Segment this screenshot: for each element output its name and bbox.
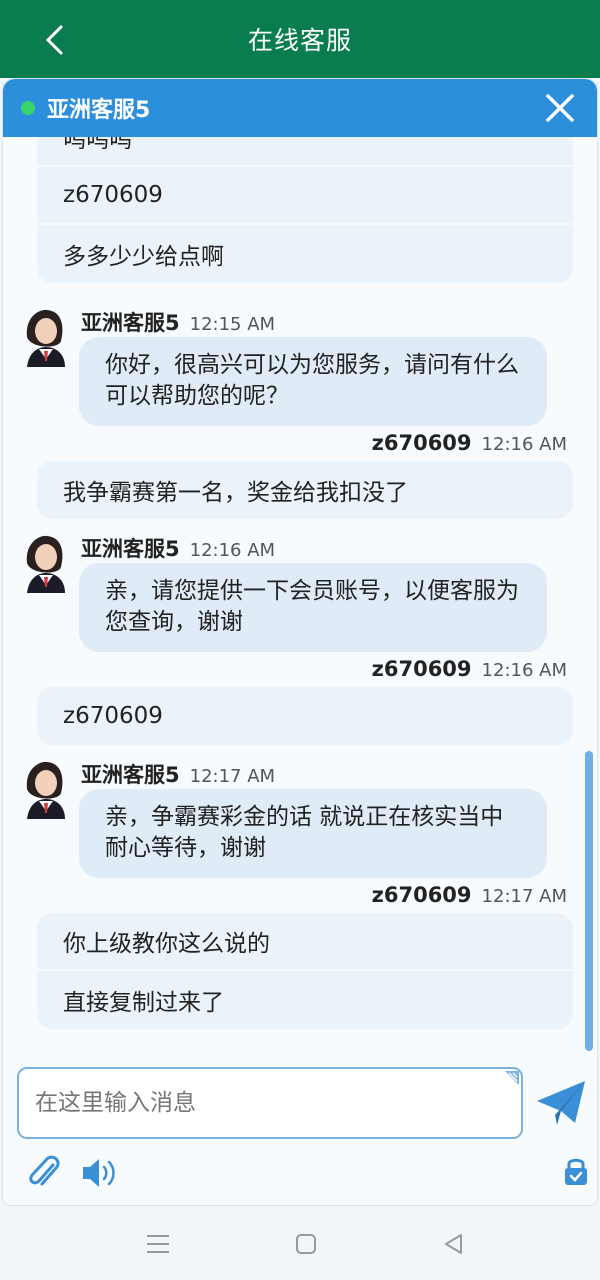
agent-sender-name: 亚洲客服5: [81, 537, 180, 561]
lock-icon: [565, 1158, 587, 1185]
home-nav-button[interactable]: [292, 1230, 320, 1258]
message-timestamp: 12:17 AM: [189, 766, 276, 787]
user-message-line: 你上级教你这么说的: [37, 913, 573, 971]
app-bar: 在线客服: [0, 0, 600, 78]
sound-toggle-button[interactable]: [81, 1155, 119, 1191]
message-timestamp: 12:16 AM: [189, 540, 276, 561]
user-sender-name: z670609: [371, 883, 472, 907]
user-message-bubble: z670609: [37, 687, 573, 745]
composer: [3, 1055, 597, 1205]
message-input[interactable]: [35, 1090, 521, 1116]
user-message-line: z670609: [37, 167, 573, 225]
agent-sender-name: 亚洲客服5: [81, 763, 180, 787]
message-timestamp: 12:15 AM: [189, 314, 276, 335]
paperclip-icon: [29, 1155, 60, 1186]
home-icon: [296, 1234, 316, 1254]
agent-name: 亚洲客服5: [47, 98, 151, 123]
user-message-bubble: 你上级教你这么说的 直接复制过来了: [37, 913, 573, 1029]
back-triangle-icon: [445, 1234, 462, 1254]
page-title: 在线客服: [247, 26, 352, 55]
message-scrollbar[interactable]: [585, 751, 593, 1051]
user-message-line: z670609: [63, 703, 163, 729]
paper-plane-icon: [537, 1081, 585, 1125]
speaker-icon: [83, 1159, 115, 1187]
user-message-meta: z670609 12:16 AM: [372, 657, 567, 681]
message-timestamp: 12:16 AM: [481, 660, 567, 681]
online-status-indicator: [21, 101, 35, 115]
chat-header: 亚洲客服5: [3, 79, 597, 137]
user-message-bubble: 我争霸赛第一名，奖金给我扣没了: [37, 461, 573, 519]
agent-message-bubble: 你好，很高兴可以为您服务，请问有什么可以帮助您的呢？: [79, 337, 547, 426]
agent-message-bubble: 亲，请您提供一下会员账号，以便客服为您查询，谢谢: [79, 563, 547, 652]
chat-panel: 亚洲客服5 呜呜呜 z670609 多多少少给点啊 亚洲客服5 12:15 AM…: [2, 78, 598, 1206]
menu-nav-button[interactable]: [144, 1230, 172, 1258]
user-sender-name: z670609: [371, 431, 472, 455]
lock-button[interactable]: [563, 1155, 589, 1187]
attach-button[interactable]: [27, 1155, 61, 1191]
user-message-line: 我争霸赛第一名，奖金给我扣没了: [63, 480, 408, 506]
agent-message-bubble: 亲，争霸赛彩金的话 就说正在核实当中 耐心等待，谢谢: [79, 789, 547, 878]
back-nav-button[interactable]: [440, 1230, 468, 1258]
user-message-line: 直接复制过来了: [63, 990, 224, 1016]
agent-sender-name: 亚洲客服5: [81, 311, 180, 335]
message-timestamp: 12:16 AM: [481, 434, 567, 455]
system-nav-bar: [0, 1206, 600, 1280]
close-icon: [546, 94, 574, 122]
close-chat-button[interactable]: [543, 91, 577, 125]
menu-icon: [147, 1235, 169, 1253]
send-button[interactable]: [535, 1079, 587, 1127]
user-message-meta: z670609 12:16 AM: [372, 431, 567, 455]
chevron-left-icon: [45, 25, 63, 55]
agent-avatar: [26, 535, 65, 593]
agent-avatar: [26, 309, 65, 367]
user-message-line: 多多少少给点啊: [63, 244, 224, 270]
user-message-line: 呜呜呜: [37, 137, 573, 167]
message-list[interactable]: 呜呜呜 z670609 多多少少给点啊 亚洲客服5 12:15 AM 你好，很高…: [3, 137, 597, 1055]
message-input-box[interactable]: [17, 1067, 523, 1139]
user-sender-name: z670609: [371, 657, 472, 681]
message-timestamp: 12:17 AM: [481, 886, 567, 907]
resize-handle-icon[interactable]: [503, 1069, 521, 1087]
agent-avatar: [26, 761, 65, 819]
user-message-bubble: 呜呜呜 z670609 多多少少给点啊: [37, 137, 573, 283]
user-message-meta: z670609 12:17 AM: [372, 883, 567, 907]
back-button[interactable]: [36, 20, 72, 60]
